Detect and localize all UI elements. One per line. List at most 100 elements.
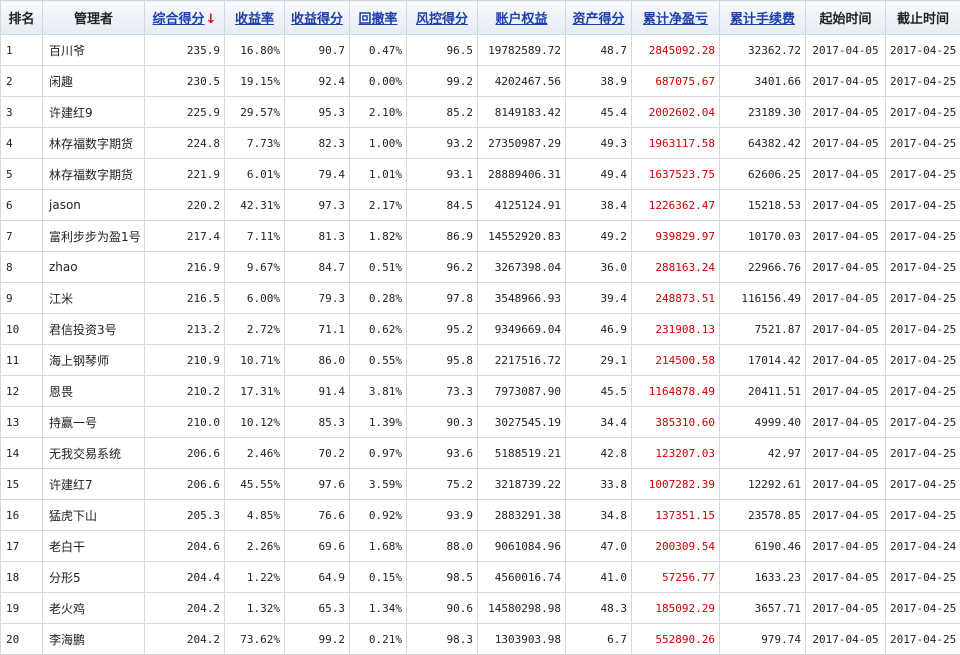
cell-risk-score: 95.8 xyxy=(407,345,478,376)
cell-total-score: 204.2 xyxy=(145,624,225,655)
sort-drawdown-link[interactable]: 回撤率 xyxy=(358,12,397,27)
cell-risk-score: 99.2 xyxy=(407,66,478,97)
header-asset-score[interactable]: 资产得分 xyxy=(566,1,632,35)
cell-start-date: 2017-04-05 xyxy=(806,562,886,593)
cell-return-score: 90.7 xyxy=(285,35,350,66)
cell-asset-score: 45.5 xyxy=(566,376,632,407)
table-body: 1百川爷235.916.80%90.70.47%96.519782589.724… xyxy=(1,35,960,655)
cell-start-date: 2017-04-05 xyxy=(806,376,886,407)
cell-start-date: 2017-04-05 xyxy=(806,66,886,97)
header-manager: 管理者 xyxy=(43,1,145,35)
header-fees[interactable]: 累计手续费 xyxy=(720,1,806,35)
cell-return-rate: 42.31% xyxy=(225,190,285,221)
cell-end-date: 2017-04-25 xyxy=(886,624,960,655)
header-risk-score[interactable]: 风控得分 xyxy=(407,1,478,35)
cell-total-score: 224.8 xyxy=(145,128,225,159)
header-equity[interactable]: 账户权益 xyxy=(478,1,566,35)
cell-manager: 君信投资3号 xyxy=(43,314,145,345)
header-net-pnl[interactable]: 累计净盈亏 xyxy=(632,1,720,35)
header-return-rate[interactable]: 收益率 xyxy=(225,1,285,35)
cell-asset-score: 46.9 xyxy=(566,314,632,345)
cell-start-date: 2017-04-05 xyxy=(806,283,886,314)
table-row: 14无我交易系统206.62.46%70.20.97%93.65188519.2… xyxy=(1,438,960,469)
sort-total-score-link[interactable]: 综合得分 xyxy=(153,12,205,27)
cell-asset-score: 29.1 xyxy=(566,345,632,376)
cell-end-date: 2017-04-25 xyxy=(886,407,960,438)
cell-manager: 许建红9 xyxy=(43,97,145,128)
cell-drawdown: 0.15% xyxy=(350,562,407,593)
cell-total-score: 205.3 xyxy=(145,500,225,531)
table-row: 15许建红7206.645.55%97.63.59%75.23218739.22… xyxy=(1,469,960,500)
cell-asset-score: 49.2 xyxy=(566,221,632,252)
cell-start-date: 2017-04-05 xyxy=(806,345,886,376)
cell-return-rate: 1.32% xyxy=(225,593,285,624)
cell-manager: 林存福数字期货 xyxy=(43,128,145,159)
header-total-score[interactable]: 综合得分↓ xyxy=(145,1,225,35)
cell-rank: 17 xyxy=(1,531,43,562)
cell-equity: 27350987.29 xyxy=(478,128,566,159)
cell-start-date: 2017-04-05 xyxy=(806,531,886,562)
table-row: 18分形5204.41.22%64.90.15%98.54560016.7441… xyxy=(1,562,960,593)
cell-rank: 18 xyxy=(1,562,43,593)
cell-net-pnl: 1637523.75 xyxy=(632,159,720,190)
cell-fees: 23578.85 xyxy=(720,500,806,531)
cell-manager: 持赢一号 xyxy=(43,407,145,438)
sort-asset-score-link[interactable]: 资产得分 xyxy=(572,12,624,27)
cell-asset-score: 39.4 xyxy=(566,283,632,314)
sort-fees-link[interactable]: 累计手续费 xyxy=(730,12,795,27)
cell-return-rate: 19.15% xyxy=(225,66,285,97)
cell-return-score: 82.3 xyxy=(285,128,350,159)
cell-start-date: 2017-04-05 xyxy=(806,35,886,66)
cell-manager: jason xyxy=(43,190,145,221)
cell-manager: 江米 xyxy=(43,283,145,314)
cell-end-date: 2017-04-25 xyxy=(886,35,960,66)
cell-net-pnl: 214500.58 xyxy=(632,345,720,376)
cell-net-pnl: 1007282.39 xyxy=(632,469,720,500)
cell-return-score: 70.2 xyxy=(285,438,350,469)
cell-start-date: 2017-04-05 xyxy=(806,500,886,531)
cell-return-rate: 10.71% xyxy=(225,345,285,376)
cell-net-pnl: 231908.13 xyxy=(632,314,720,345)
cell-total-score: 204.2 xyxy=(145,593,225,624)
cell-rank: 20 xyxy=(1,624,43,655)
header-drawdown[interactable]: 回撤率 xyxy=(350,1,407,35)
cell-net-pnl: 288163.24 xyxy=(632,252,720,283)
header-return-score[interactable]: 收益得分 xyxy=(285,1,350,35)
cell-fees: 15218.53 xyxy=(720,190,806,221)
cell-return-rate: 1.22% xyxy=(225,562,285,593)
cell-manager: 富利步步为盈1号 xyxy=(43,221,145,252)
cell-equity: 7973087.90 xyxy=(478,376,566,407)
cell-manager: 老白干 xyxy=(43,531,145,562)
cell-drawdown: 3.59% xyxy=(350,469,407,500)
cell-asset-score: 38.4 xyxy=(566,190,632,221)
cell-total-score: 204.4 xyxy=(145,562,225,593)
cell-equity: 19782589.72 xyxy=(478,35,566,66)
cell-fees: 3657.71 xyxy=(720,593,806,624)
cell-risk-score: 86.9 xyxy=(407,221,478,252)
sort-return-score-link[interactable]: 收益得分 xyxy=(291,12,343,27)
cell-net-pnl: 552890.26 xyxy=(632,624,720,655)
sort-risk-score-link[interactable]: 风控得分 xyxy=(416,12,468,27)
sort-return-rate-link[interactable]: 收益率 xyxy=(235,12,274,27)
cell-end-date: 2017-04-25 xyxy=(886,283,960,314)
cell-total-score: 216.5 xyxy=(145,283,225,314)
sort-desc-arrow-icon: ↓ xyxy=(206,12,217,27)
cell-net-pnl: 2002602.04 xyxy=(632,97,720,128)
cell-total-score: 213.2 xyxy=(145,314,225,345)
sort-equity-link[interactable]: 账户权益 xyxy=(495,12,547,27)
cell-start-date: 2017-04-05 xyxy=(806,221,886,252)
cell-rank: 7 xyxy=(1,221,43,252)
cell-total-score: 230.5 xyxy=(145,66,225,97)
cell-fees: 23189.30 xyxy=(720,97,806,128)
cell-return-score: 95.3 xyxy=(285,97,350,128)
cell-fees: 4999.40 xyxy=(720,407,806,438)
cell-drawdown: 3.81% xyxy=(350,376,407,407)
cell-end-date: 2017-04-25 xyxy=(886,221,960,252)
cell-return-score: 79.4 xyxy=(285,159,350,190)
cell-fees: 7521.87 xyxy=(720,314,806,345)
cell-asset-score: 48.7 xyxy=(566,35,632,66)
cell-end-date: 2017-04-25 xyxy=(886,345,960,376)
cell-asset-score: 47.0 xyxy=(566,531,632,562)
sort-net-pnl-link[interactable]: 累计净盈亏 xyxy=(643,12,708,27)
cell-return-rate: 73.62% xyxy=(225,624,285,655)
